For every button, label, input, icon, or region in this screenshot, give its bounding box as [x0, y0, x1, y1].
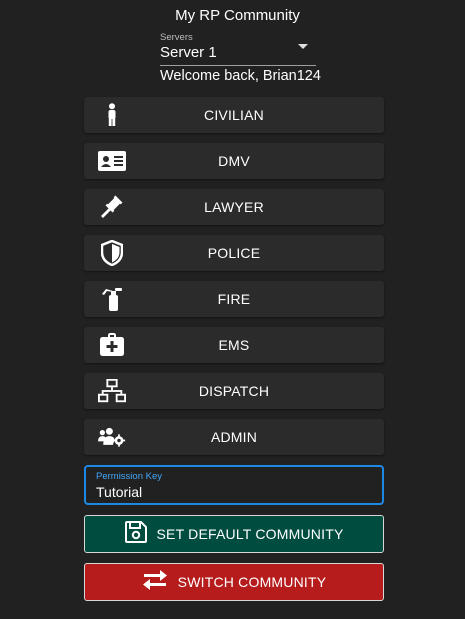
set-default-community-label: SET DEFAULT COMMUNITY	[156, 526, 344, 542]
dmv-button[interactable]: DMV	[84, 143, 384, 179]
save-icon	[124, 520, 147, 548]
department-list: CIVILIAN DMV LAWYER POLICE FIRE EMS DISP…	[84, 97, 384, 465]
civilian-button[interactable]: CIVILIAN	[84, 97, 384, 133]
network-icon	[98, 378, 126, 404]
swap-arrows-icon	[142, 569, 168, 595]
dispatch-button[interactable]: DISPATCH	[84, 373, 384, 409]
fire-extinguisher-icon	[98, 286, 126, 312]
permission-key-field[interactable]: Permission Key	[84, 465, 384, 505]
id-card-icon	[98, 148, 126, 174]
fire-button-label: FIRE	[217, 291, 251, 307]
switch-community-label: SWITCH COMMUNITY	[177, 574, 327, 590]
lawyer-button[interactable]: LAWYER	[84, 189, 384, 225]
server-select-label: Servers	[160, 32, 193, 43]
civilian-button-label: CIVILIAN	[204, 107, 264, 123]
ems-button-label: EMS	[218, 337, 250, 353]
dispatch-button-label: DISPATCH	[198, 383, 270, 399]
permission-key-input[interactable]	[96, 483, 366, 501]
permission-key-label: Permission Key	[96, 471, 162, 482]
person-icon	[98, 102, 126, 128]
gavel-icon	[98, 194, 126, 220]
police-button-label: POLICE	[207, 245, 261, 261]
switch-community-button[interactable]: SWITCH COMMUNITY	[84, 563, 384, 601]
medical-kit-icon	[98, 332, 126, 358]
admin-button[interactable]: ADMIN	[84, 419, 384, 455]
shield-icon	[98, 240, 126, 266]
ems-button[interactable]: EMS	[84, 327, 384, 363]
set-default-community-button[interactable]: SET DEFAULT COMMUNITY	[84, 515, 384, 553]
dmv-button-label: DMV	[218, 153, 250, 169]
admin-button-label: ADMIN	[210, 429, 258, 445]
community-title: My RP Community	[175, 7, 300, 24]
welcome-message: Welcome back, Brian124	[160, 68, 321, 84]
fire-button[interactable]: FIRE	[84, 281, 384, 317]
server-select-value: Server 1	[160, 44, 217, 61]
police-button[interactable]: POLICE	[84, 235, 384, 271]
lawyer-button-label: LAWYER	[204, 199, 264, 215]
users-cog-icon	[98, 424, 126, 450]
server-select[interactable]: Servers Server 1	[160, 32, 316, 66]
caret-down-icon	[298, 44, 308, 49]
